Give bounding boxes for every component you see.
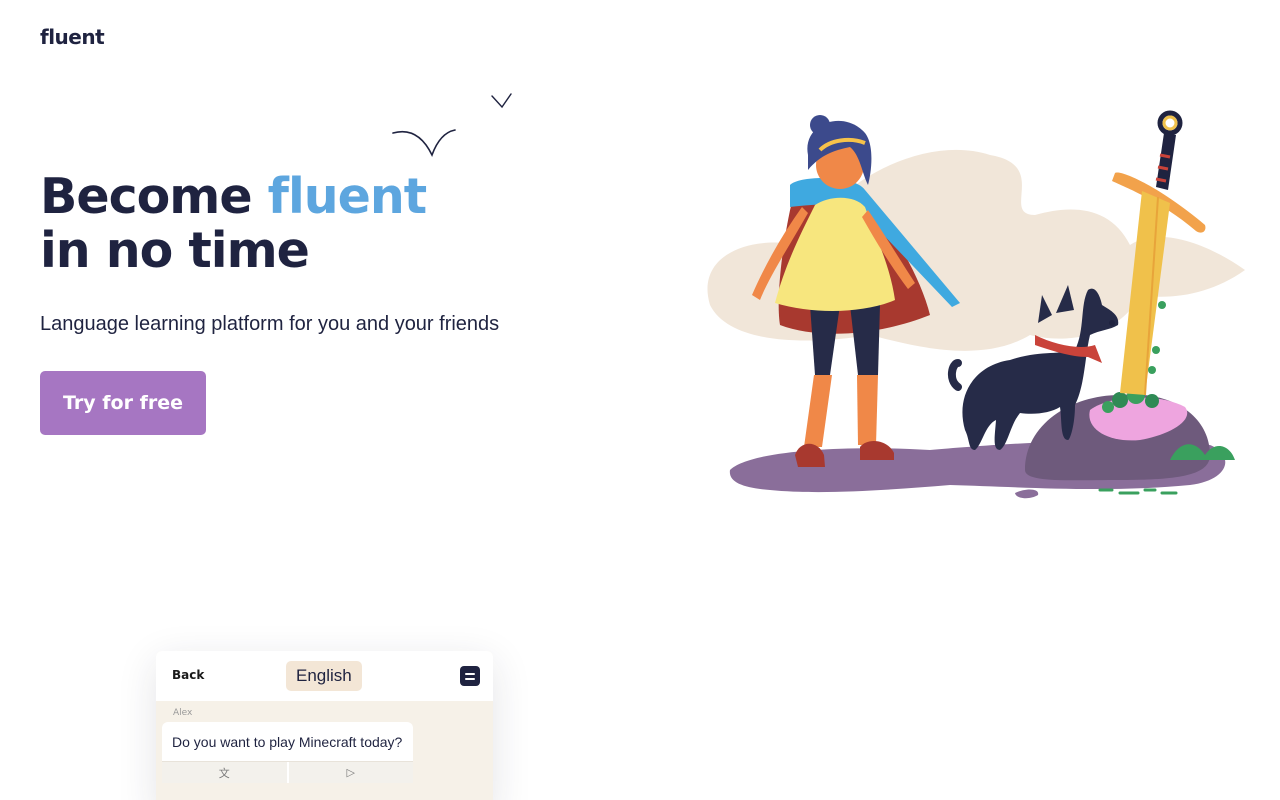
chat-header-bar: Back English xyxy=(156,651,493,701)
back-button[interactable]: Back xyxy=(172,668,204,682)
hero-title: Become fluent in no time xyxy=(40,168,428,279)
birds-decoration xyxy=(392,93,512,158)
hero-title-line2: in no time xyxy=(40,222,310,279)
menu-icon[interactable] xyxy=(460,666,480,686)
chat-message: Do you want to play Minecraft today? 文 ▷ xyxy=(162,722,413,783)
play-audio-icon[interactable]: ▷ xyxy=(286,762,414,783)
message-sender: Alex xyxy=(173,708,193,718)
hero-title-part1: Become xyxy=(40,168,268,225)
hero-title-accent: fluent xyxy=(267,168,428,225)
message-actions: 文 ▷ xyxy=(162,761,413,783)
hero-illustration xyxy=(707,110,1245,499)
chat-preview-window: Back English Alex Do you want to play Mi… xyxy=(156,651,493,800)
language-selector[interactable]: English xyxy=(286,661,362,691)
message-text: Do you want to play Minecraft today? xyxy=(172,734,403,750)
brand-logo[interactable]: fluent xyxy=(40,25,105,49)
try-for-free-button[interactable]: Try for free xyxy=(40,371,206,435)
hero-subtitle: Language learning platform for you and y… xyxy=(40,313,500,335)
translate-icon[interactable]: 文 xyxy=(162,762,287,783)
